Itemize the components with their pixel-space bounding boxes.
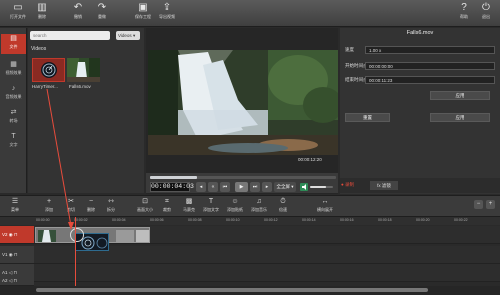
horizontal-scrollbar[interactable]: [36, 288, 428, 292]
drag-arrow-annotation: [46, 88, 74, 230]
